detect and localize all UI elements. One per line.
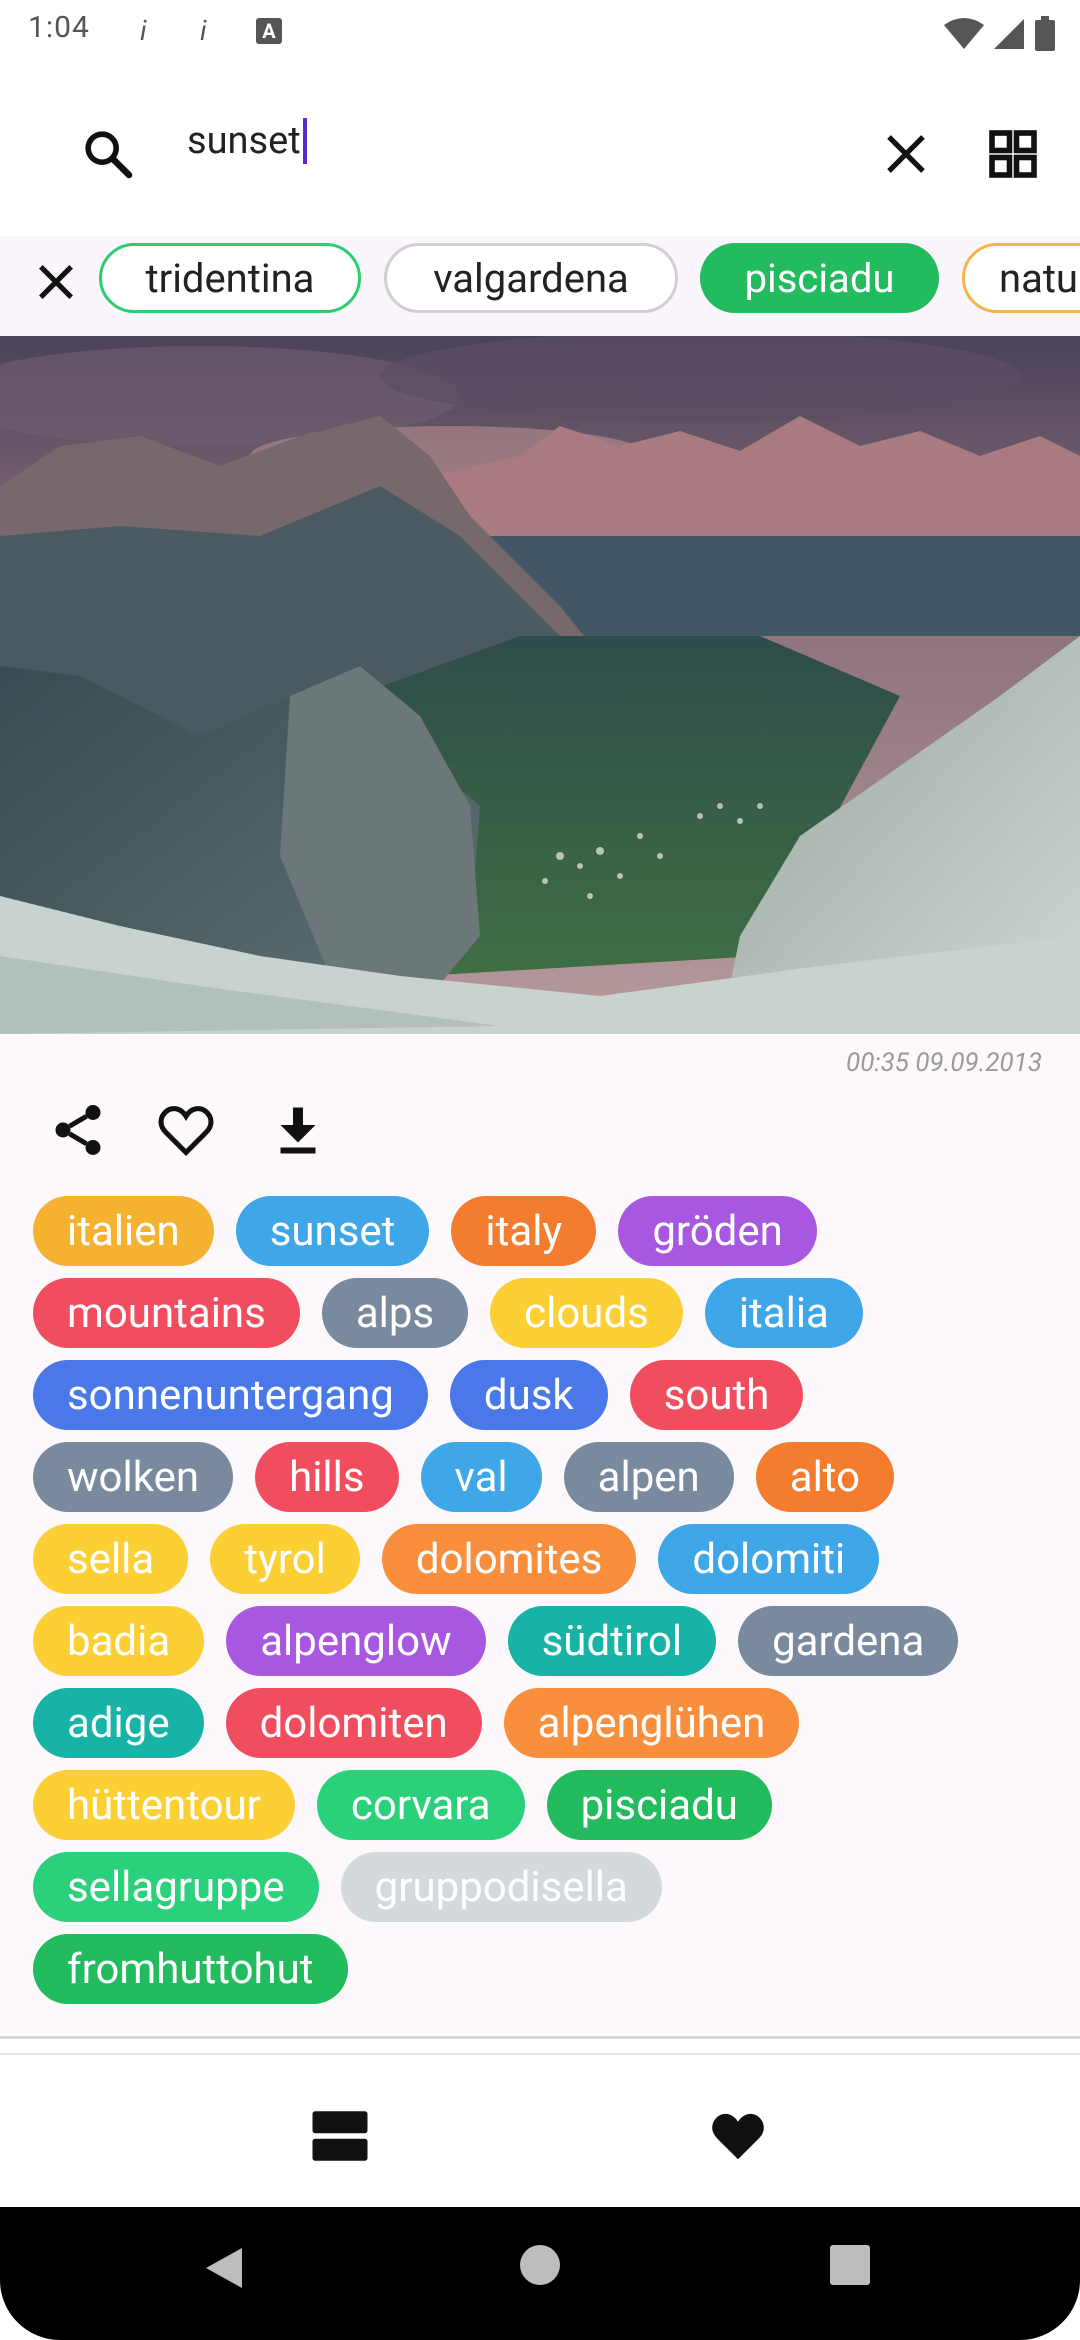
tag-chip[interactable]: gruppodisella (340, 1852, 662, 1922)
tag-chip[interactable]: hüttentour (33, 1770, 295, 1840)
photo-timestamp: 00:35 09.09.2013 (846, 1048, 1042, 1078)
tag-chip[interactable]: south (629, 1360, 804, 1430)
photo[interactable] (0, 336, 1080, 1034)
tag-chip[interactable]: dolomiten (225, 1688, 482, 1758)
tag-chip[interactable]: mountains (33, 1278, 300, 1348)
photo-detail-panel: 00:35 09.09.2013 italien sunset italy gr… (0, 1034, 1080, 2034)
search-icon[interactable] (80, 126, 136, 182)
favorites-heart-icon[interactable] (707, 2105, 769, 2167)
tag-chip[interactable]: alto (755, 1442, 895, 1512)
tag-chip[interactable]: dusk (449, 1360, 608, 1430)
recents-icon[interactable] (828, 2243, 872, 2287)
tag-chip[interactable]: sonnenuntergang (33, 1360, 428, 1430)
font-icon: A (256, 18, 282, 44)
bottom-navigation (0, 2055, 1080, 2207)
tag-chip[interactable]: fromhuttohut (33, 1934, 348, 2004)
favorite-heart-icon[interactable] (156, 1100, 216, 1160)
tag-chip[interactable]: adige (33, 1688, 204, 1758)
status-time: 1:04 (28, 10, 90, 45)
filter-chip[interactable]: valgardena (384, 243, 678, 313)
tag-chip[interactable]: italia (704, 1278, 863, 1348)
share-icon[interactable] (48, 1100, 108, 1160)
home-icon[interactable] (518, 2243, 562, 2287)
search-header: sunset (0, 66, 1080, 236)
tag-chip[interactable]: italien (33, 1196, 214, 1266)
cell-signal-icon (994, 19, 1024, 49)
filter-chip-row: tridentina valgardena pisciadu natu (0, 236, 1080, 336)
list-view-icon[interactable] (307, 2103, 373, 2169)
tag-chip[interactable]: sella (33, 1524, 189, 1594)
text-caret (302, 118, 307, 164)
tag-chip[interactable]: alps (321, 1278, 469, 1348)
tag-chip[interactable]: gardena (738, 1606, 959, 1676)
tag-chip[interactable]: dolomites (381, 1524, 637, 1594)
battery-icon (1035, 16, 1055, 51)
close-icon[interactable] (880, 128, 932, 180)
grid-view-icon[interactable] (985, 126, 1041, 182)
tag-chip[interactable]: tyrol (210, 1524, 360, 1594)
tag-chip[interactable]: gröden (618, 1196, 817, 1266)
filter-chip[interactable]: tridentina (99, 243, 361, 313)
tag-chip[interactable]: badia (33, 1606, 205, 1676)
tag-chip[interactable]: südtirol (507, 1606, 717, 1676)
divider (0, 2036, 1080, 2039)
filter-chip[interactable]: pisciadu (700, 243, 939, 313)
tag-chip[interactable]: sellagruppe (33, 1852, 319, 1922)
tag-chip[interactable]: alpenglow (226, 1606, 486, 1676)
info-icon: i (140, 14, 147, 47)
tag-chip[interactable]: alpen (563, 1442, 734, 1512)
tag-chip[interactable]: alpenglühen (503, 1688, 800, 1758)
back-icon[interactable] (200, 2243, 250, 2293)
search-query: sunset (187, 119, 301, 163)
tag-chip[interactable]: hills (255, 1442, 399, 1512)
tag-chip[interactable]: corvara (316, 1770, 525, 1840)
landscape-photo (0, 336, 1080, 1034)
search-input[interactable]: sunset (187, 118, 307, 164)
tag-chip[interactable]: dolomiti (658, 1524, 880, 1594)
download-icon[interactable] (268, 1100, 328, 1160)
tag-chip[interactable]: wolken (33, 1442, 234, 1512)
tag-cloud: italien sunset italy gröden mountains al… (33, 1196, 1043, 2016)
wifi-icon (944, 18, 984, 49)
tag-chip[interactable]: sunset (235, 1196, 430, 1266)
info-icon: i (200, 14, 207, 47)
tag-chip[interactable]: val (420, 1442, 542, 1512)
tag-chip[interactable]: clouds (490, 1278, 683, 1348)
tag-chip[interactable]: italy (451, 1196, 597, 1266)
tag-chip[interactable]: pisciadu (546, 1770, 772, 1840)
filter-chip[interactable]: natu (962, 243, 1080, 313)
status-bar: 1:04 i i A (0, 0, 1080, 66)
clear-filters-icon[interactable] (30, 256, 82, 308)
system-navigation-bar (0, 2207, 1080, 2340)
